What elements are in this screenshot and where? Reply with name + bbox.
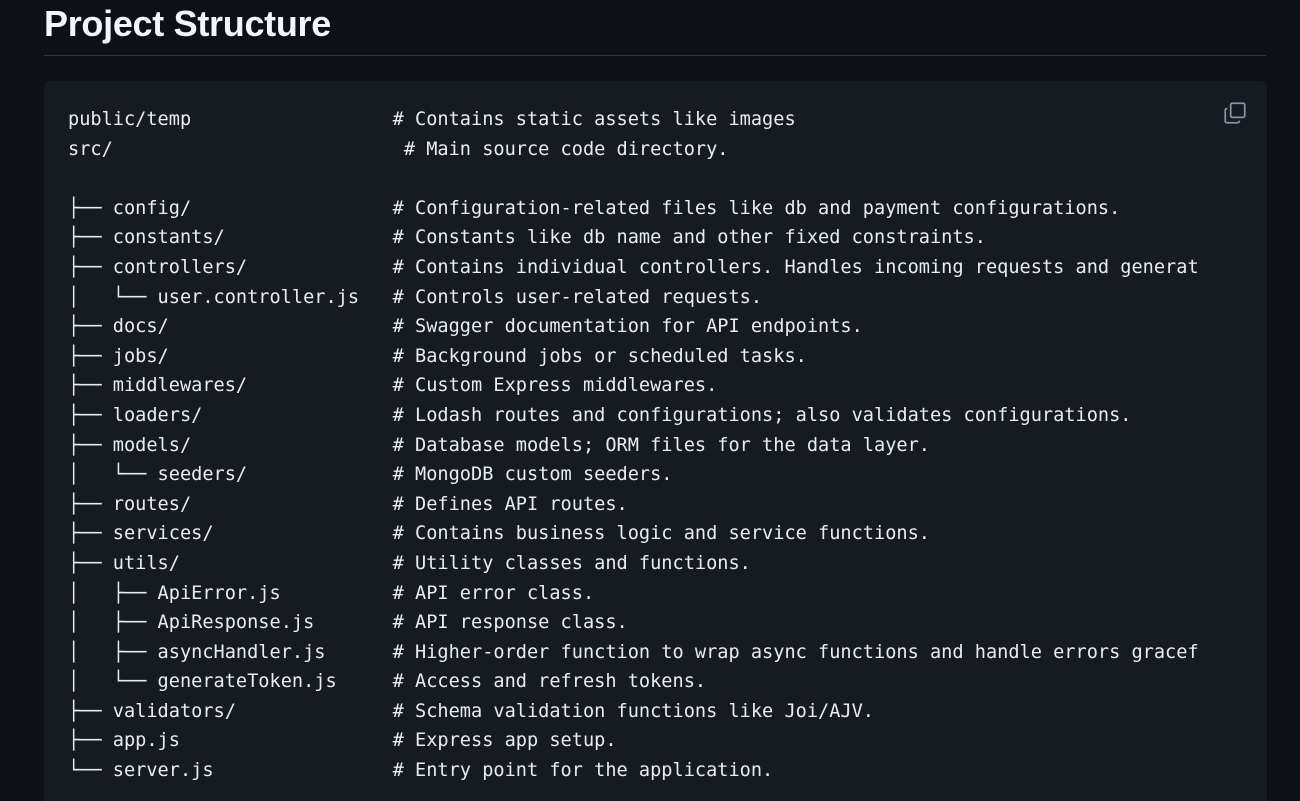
code-line: ├── app.js # Express app setup.	[68, 730, 617, 752]
code-line: ├── docs/ # Swagger documentation for AP…	[68, 316, 863, 338]
code-line: ├── middlewares/ # Custom Express middle…	[68, 375, 718, 397]
code-line: ├── utils/ # Utility classes and functio…	[68, 552, 751, 574]
code-line: ├── controllers/ # Contains individual c…	[68, 256, 1199, 278]
code-line: │ └── seeders/ # MongoDB custom seeders.	[68, 464, 673, 486]
code-line: ├── validators/ # Schema validation func…	[68, 700, 874, 722]
page-title: Project Structure	[44, 3, 331, 44]
code-line: │ ├── asyncHandler.js # Higher-order fun…	[68, 641, 1199, 663]
section-heading: Project Structure	[44, 2, 1266, 56]
code-line: ├── loaders/ # Lodash routes and configu…	[68, 404, 1132, 426]
code-line: public/temp # Contains static assets lik…	[68, 109, 796, 130]
copy-icon	[1224, 102, 1246, 124]
code-line: ├── config/ # Configuration-related file…	[68, 197, 1121, 219]
code-line: ├── services/ # Contains business logic …	[68, 523, 930, 545]
code-content: public/temp # Contains static assets lik…	[68, 105, 1199, 786]
code-line: └── server.js # Entry point for the appl…	[68, 760, 774, 782]
code-line: ├── constants/ # Constants like db name …	[68, 227, 986, 249]
code-block: public/temp # Contains static assets lik…	[44, 81, 1267, 801]
code-line: ├── jobs/ # Background jobs or scheduled…	[68, 345, 807, 367]
copy-button[interactable]	[1219, 97, 1251, 129]
code-line: │ ├── ApiError.js # API error class.	[68, 582, 595, 604]
code-line: │ ├── ApiResponse.js # API response clas…	[68, 612, 628, 634]
code-line: │ └── user.controller.js # Controls user…	[68, 286, 763, 308]
code-line: src/ # Main source code directory.	[68, 138, 729, 160]
code-line: │ └── generateToken.js # Access and refr…	[68, 671, 707, 693]
code-line: ├── routes/ # Defines API routes.	[68, 493, 628, 515]
code-line: ├── models/ # Database models; ORM files…	[68, 434, 930, 456]
